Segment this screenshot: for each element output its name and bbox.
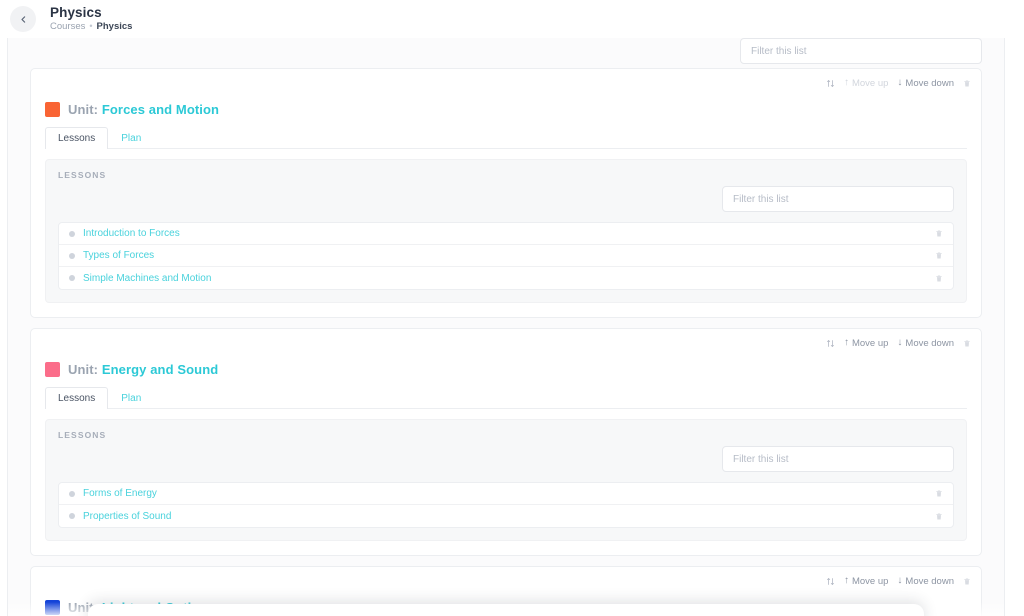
move-down-label: Move down: [905, 77, 954, 89]
move-up-button[interactable]: ↑ Move up: [844, 338, 888, 349]
arrow-up-icon: ↑: [843, 337, 849, 348]
tab-lessons[interactable]: Lessons: [45, 127, 109, 149]
move-up-label: Move up: [851, 77, 889, 89]
tab-lessons[interactable]: Lessons: [45, 387, 109, 409]
move-up-button[interactable]: ↑ Move up: [844, 576, 888, 587]
lesson-name-link[interactable]: Types of Forces: [83, 250, 935, 261]
right-rail: [1004, 38, 1024, 616]
move-up-label: Move up: [851, 337, 889, 349]
left-rail: [0, 38, 8, 616]
delete-lesson-button[interactable]: [935, 274, 943, 283]
delete-lesson-button[interactable]: [935, 251, 943, 260]
lesson-bullet-icon: [69, 490, 75, 497]
move-down-label: Move down: [905, 575, 954, 587]
unit-toolbar: ↑ Move up ↓ Move down: [31, 570, 981, 592]
course-units-page: Physics Courses • Physics Filter this li…: [0, 0, 1024, 616]
lesson-bullet-icon: [69, 513, 75, 519]
page-title: Physics: [50, 4, 102, 20]
unit-prefix-label: Unit:: [68, 102, 99, 117]
unit-color-swatch[interactable]: [45, 362, 60, 377]
back-button[interactable]: [10, 6, 36, 32]
breadcrumb-parent[interactable]: Courses: [50, 21, 85, 32]
unit-title: Unit: Forces and Motion: [68, 102, 219, 117]
lesson-list: Introduction to Forces Types of Forces S…: [58, 222, 954, 290]
lesson-row: Simple Machines and Motion: [59, 267, 953, 289]
unit-name-link[interactable]: Forces and Motion: [102, 102, 219, 117]
breadcrumb-current: Physics: [96, 21, 133, 33]
page-body: ↑ Move up ↓ Move down Unit: Forces and M…: [0, 38, 1024, 616]
lesson-name-link[interactable]: Introduction to Forces: [83, 228, 935, 239]
lessons-section-label: LESSONS: [58, 430, 107, 440]
breadcrumb-separator: •: [89, 21, 93, 32]
unit-header: Unit: Energy and Sound: [31, 354, 981, 377]
lesson-row: Properties of Sound: [59, 505, 953, 527]
arrow-down-icon: ↓: [897, 575, 903, 586]
lessons-panel: LESSONS Introduction to Forces Types of …: [45, 159, 967, 303]
unit-prefix-label: Unit:: [68, 362, 99, 377]
move-up-button: ↑ Move up: [844, 78, 888, 89]
move-down-button[interactable]: ↓ Move down: [897, 338, 954, 349]
lesson-bullet-icon: [69, 275, 75, 281]
lesson-bullet-icon: [69, 252, 75, 259]
bottom-sheet-overlay: [88, 604, 924, 616]
arrow-up-icon: ↑: [843, 77, 849, 88]
unit-card: ↑ Move up ↓ Move down Unit: Energy and S…: [30, 328, 982, 556]
delete-unit-button[interactable]: [963, 79, 971, 88]
course-filter-row: [8, 38, 1004, 64]
unit-card: ↑ Move up ↓ Move down Unit: Forces and M…: [30, 68, 982, 318]
unit-header: Unit: Forces and Motion: [31, 94, 981, 117]
lesson-row: Forms of Energy: [59, 483, 953, 505]
move-up-label: Move up: [851, 575, 889, 587]
course-filter-input[interactable]: [740, 38, 982, 64]
move-down-button[interactable]: ↓ Move down: [897, 576, 954, 587]
arrow-down-icon: ↓: [897, 77, 903, 88]
lessons-panel: LESSONS Forms of Energy Properties of So…: [45, 419, 967, 541]
unit-toolbar: ↑ Move up ↓ Move down: [31, 72, 981, 94]
sort-icon[interactable]: [826, 577, 835, 586]
header-titles: Physics Courses • Physics: [50, 4, 133, 33]
unit-title: Unit: Energy and Sound: [68, 362, 218, 377]
lesson-row: Types of Forces: [59, 245, 953, 267]
lessons-filter-row: [58, 186, 954, 212]
delete-unit-button[interactable]: [963, 339, 971, 348]
lesson-name-link[interactable]: Forms of Energy: [83, 488, 935, 499]
lessons-section-label: LESSONS: [58, 170, 107, 180]
tab-plan[interactable]: Plan: [108, 127, 154, 149]
chevron-left-icon: [19, 15, 28, 24]
delete-lesson-button[interactable]: [935, 489, 943, 498]
unit-tabs: Lessons Plan: [45, 387, 967, 409]
lesson-name-link[interactable]: Properties of Sound: [83, 511, 935, 522]
unit-name-link[interactable]: Energy and Sound: [102, 362, 218, 377]
breadcrumb: Courses • Physics: [50, 21, 133, 33]
unit-toolbar: ↑ Move up ↓ Move down: [31, 332, 981, 354]
page-header: Physics Courses • Physics: [0, 0, 1024, 38]
arrow-down-icon: ↓: [897, 337, 903, 348]
units-scroll-area[interactable]: ↑ Move up ↓ Move down Unit: Forces and M…: [8, 38, 1004, 616]
tab-plan[interactable]: Plan: [108, 387, 154, 409]
arrow-up-icon: ↑: [843, 575, 849, 586]
unit-color-swatch[interactable]: [45, 102, 60, 117]
unit-color-swatch[interactable]: [45, 600, 60, 615]
lesson-row: Introduction to Forces: [59, 223, 953, 245]
lessons-filter-row: [58, 446, 954, 472]
lesson-name-link[interactable]: Simple Machines and Motion: [83, 273, 935, 284]
units-list: ↑ Move up ↓ Move down Unit: Forces and M…: [8, 68, 1004, 616]
move-down-label: Move down: [905, 337, 954, 349]
sort-icon[interactable]: [826, 339, 835, 348]
lesson-bullet-icon: [69, 230, 75, 237]
delete-lesson-button[interactable]: [935, 512, 943, 521]
unit-tabs: Lessons Plan: [45, 127, 967, 149]
move-down-button[interactable]: ↓ Move down: [897, 78, 954, 89]
delete-lesson-button[interactable]: [935, 229, 943, 238]
lesson-list: Forms of Energy Properties of Sound: [58, 482, 954, 528]
lessons-filter-input[interactable]: [722, 446, 954, 472]
delete-unit-button[interactable]: [963, 577, 971, 586]
lessons-filter-input[interactable]: [722, 186, 954, 212]
sort-icon[interactable]: [826, 79, 835, 88]
